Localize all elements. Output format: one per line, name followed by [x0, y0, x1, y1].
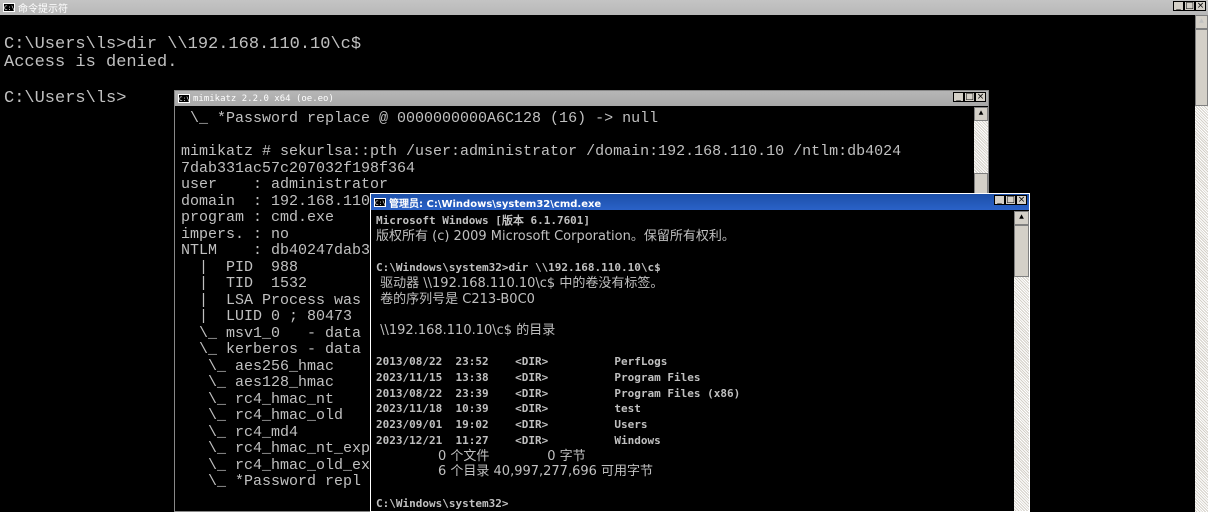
close-button[interactable]: × [1016, 195, 1027, 205]
admin-cmd-titlebar[interactable]: C:\ 管理员: C:\Windows\system32\cmd.exe _ □… [371, 194, 1029, 210]
admin-cmd-window[interactable]: C:\ 管理员: C:\Windows\system32\cmd.exe _ □… [370, 193, 1030, 512]
maximize-button[interactable]: □ [964, 92, 975, 102]
console-line: \_ *Password replace @ 0000000000A6C128 … [181, 110, 659, 127]
dir-entry: 2023/11/18 10:39 <DIR> test [376, 402, 641, 416]
console-icon: C:\ [374, 197, 386, 207]
console-line: 7dab331ac57c207032f198f364 [181, 159, 416, 177]
console-line: C:\Users\ls>dir \\192.168.110.10\c$ [4, 35, 362, 54]
vertical-scrollbar[interactable]: ▲ [1195, 15, 1208, 512]
maximize-button[interactable]: □ [1184, 1, 1195, 11]
console-line: mimikatz # sekurlsa::pth /user:administr… [181, 143, 902, 160]
close-button[interactable]: × [975, 92, 986, 102]
dir-entry: 2013/08/22 23:52 <DIR> PerfLogs [376, 355, 668, 369]
mimikatz-titlebar[interactable]: C:\ mimikatz 2.2.0 x64 (oe.eo) _ □ × [175, 91, 988, 106]
console-line: Microsoft Windows [版本 6.1.7601] [376, 214, 591, 227]
console-icon: C:\ [178, 94, 190, 103]
window-title: 管理员: C:\Windows\system32\cmd.exe [389, 198, 602, 210]
console-line: \\192.168.110.10\c$ 的目录 [376, 322, 556, 338]
scroll-up-arrow-icon[interactable]: ▲ [974, 107, 988, 121]
console-prompt[interactable]: C:\Windows\system32> [376, 496, 740, 511]
maximize-button[interactable]: □ [1005, 195, 1016, 205]
console-line: 卷的序列号是 C213-B0C0 [376, 291, 535, 307]
minimize-button[interactable]: _ [953, 92, 964, 102]
dir-count-summary: 6 个目录 40,997,277,696 可用字节 [376, 464, 654, 480]
scroll-up-arrow-icon[interactable]: ▲ [1195, 15, 1208, 29]
close-button[interactable]: × [1195, 1, 1206, 11]
dir-entry: 2023/09/01 19:02 <DIR> Users [376, 418, 648, 432]
console-icon: C:\ [3, 3, 15, 12]
console-line: Access is denied. [4, 53, 178, 72]
scroll-up-arrow-icon[interactable]: ▲ [1014, 211, 1029, 225]
console-line: C:\Windows\system32>dir \\192.168.110.10… [376, 261, 661, 275]
dir-entry: 2023/11/15 13:38 <DIR> Program Files [376, 371, 701, 385]
dir-entry: 2013/08/22 23:39 <DIR> Program Files (x8… [376, 386, 741, 400]
console-line: user : administrator [181, 176, 389, 193]
console-line: 驱动器 \\192.168.110.10\c$ 中的卷没有标签。 [376, 275, 664, 291]
vertical-scrollbar[interactable]: ▲ [1014, 211, 1029, 511]
file-count-summary: 0 个文件 0 字节 [376, 448, 586, 464]
minimize-button[interactable]: _ [994, 195, 1005, 205]
dir-entry: 2023/12/21 11:27 <DIR> Windows [376, 433, 661, 447]
window-title: mimikatz 2.2.0 x64 (oe.eo) [193, 93, 334, 104]
admin-cmd-output[interactable]: Microsoft Windows [版本 6.1.7601] 版权所有 (c)… [376, 213, 740, 511]
console-line: 版权所有 (c) 2009 Microsoft Corporation。保留所有… [376, 228, 735, 244]
main-console-titlebar[interactable]: C:\ 命令提示符 _ □ × [0, 0, 1208, 15]
scrollbar-thumb[interactable] [1014, 225, 1029, 277]
minimize-button[interactable]: _ [1173, 1, 1184, 11]
window-title: 命令提示符 [18, 4, 68, 15]
scrollbar-thumb[interactable] [1195, 29, 1208, 106]
